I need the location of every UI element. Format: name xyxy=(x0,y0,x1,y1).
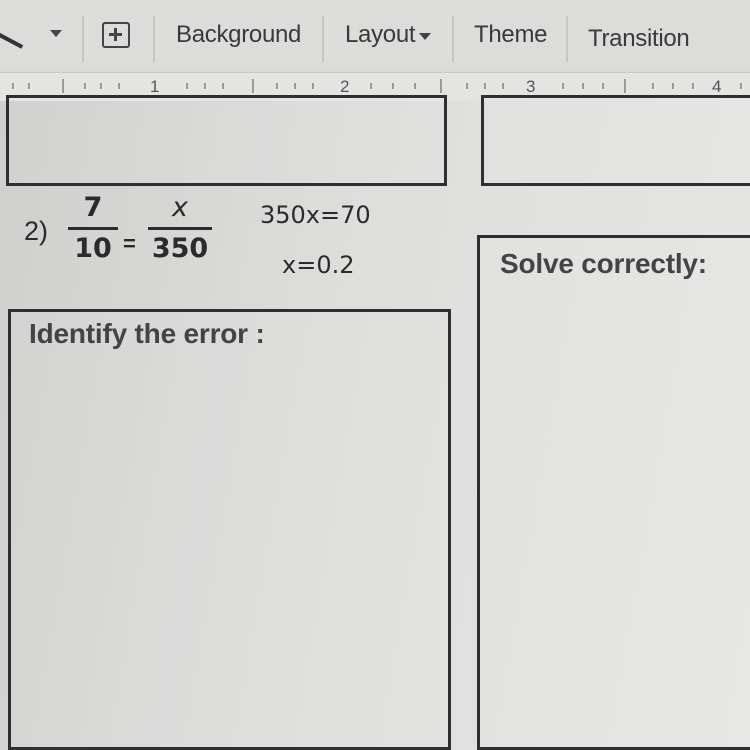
add-box-icon xyxy=(102,22,130,48)
ruler-mark: 3 xyxy=(524,77,538,97)
layout-button-label: Layout xyxy=(345,21,416,48)
numerator: x xyxy=(172,192,188,223)
theme-button[interactable]: Theme xyxy=(474,0,548,70)
line-tool-icon xyxy=(0,30,24,49)
fraction-bar xyxy=(68,227,118,230)
denominator: 350 xyxy=(151,233,209,264)
identify-error-label: Identify the error : xyxy=(29,318,265,349)
toolbar-divider xyxy=(153,16,155,62)
toolbar-divider xyxy=(566,16,568,62)
toolbar: Background Layout Theme Transition xyxy=(0,0,750,70)
transition-button-label: Transition xyxy=(588,25,690,52)
fraction-bar xyxy=(148,227,212,230)
solve-correctly-label: Solve correctly: xyxy=(500,248,707,279)
background-button[interactable]: Background xyxy=(176,0,301,70)
toolbar-divider xyxy=(82,16,84,62)
ruler-mark: 2 xyxy=(338,77,352,97)
ruler-mark: 4 xyxy=(710,77,724,97)
chevron-down-icon xyxy=(419,32,432,40)
chevron-down-icon[interactable] xyxy=(50,30,62,37)
solve-correctly-box[interactable]: Solve correctly: xyxy=(477,235,750,750)
denominator: 10 xyxy=(74,233,112,264)
equals-sign: = xyxy=(123,231,136,256)
numerator: 7 xyxy=(83,192,103,223)
work-line-1: 350x=70 xyxy=(260,201,371,229)
text-box[interactable] xyxy=(481,95,750,186)
question-number: 2) xyxy=(24,216,49,246)
work-line-2: x=0.2 xyxy=(282,251,355,279)
fraction-left: 7 10 xyxy=(68,191,118,266)
text-box[interactable] xyxy=(6,95,447,186)
toolbar-divider xyxy=(452,16,454,62)
new-slide-button[interactable] xyxy=(102,0,130,70)
background-button-label: Background xyxy=(176,21,302,48)
toolbar-divider xyxy=(322,16,324,62)
ruler-mark: 1 xyxy=(148,77,162,97)
fraction-right: x 350 xyxy=(148,191,212,266)
theme-button-label: Theme xyxy=(474,21,548,48)
identify-error-box[interactable]: Identify the error : xyxy=(8,309,451,750)
layout-button[interactable]: Layout xyxy=(345,0,432,70)
line-tool-button[interactable] xyxy=(0,0,70,70)
transition-button[interactable]: Transition xyxy=(588,4,690,74)
slide-canvas[interactable]: 2) 7 10 = x 350 350x=70 x=0.2 Identify t… xyxy=(0,95,750,750)
